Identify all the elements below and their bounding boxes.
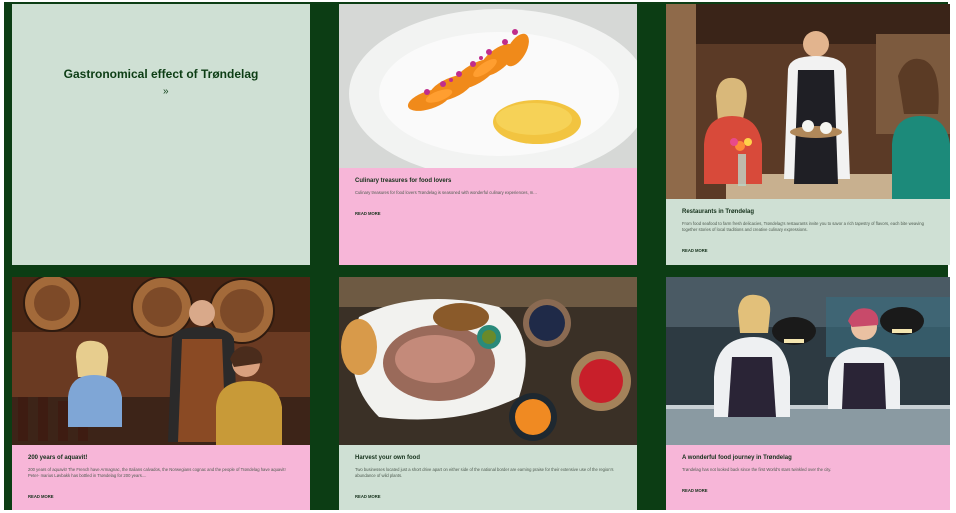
card-title: A wonderful food journey in Trøndelag bbox=[682, 455, 792, 461]
card-description: Culinary treasures for food lovers Trønd… bbox=[355, 190, 537, 195]
read-more-link[interactable]: READ MORE bbox=[355, 494, 381, 499]
card-harvest[interactable]: Harvest your own food Two businesses loc… bbox=[339, 277, 637, 510]
card-food-journey[interactable]: A wonderful food journey in Trøndelag Tr… bbox=[666, 277, 950, 510]
card-caption: 200 years of aquavit! 200 years of aquav… bbox=[12, 445, 310, 510]
card-title: Culinary treasures for food lovers bbox=[355, 178, 452, 184]
plated-dish-image bbox=[339, 4, 637, 168]
card-title: 200 years of aquavit! bbox=[28, 455, 88, 461]
card-description: Trøndelag has not looked back since the … bbox=[682, 467, 832, 472]
card-title: Harvest your own food bbox=[355, 455, 421, 461]
card-restaurants[interactable]: Restaurants in Trøndelag From food seafo… bbox=[666, 4, 950, 265]
restaurant-waiter-image bbox=[666, 4, 950, 199]
aquavit-cellar-image bbox=[12, 277, 310, 445]
card-description: From food seafood to farm fresh delicaci… bbox=[682, 221, 924, 232]
card-caption: Culinary treasures for food lovers Culin… bbox=[339, 168, 637, 265]
card-caption: Restaurants in Trøndelag From food seafo… bbox=[666, 199, 950, 265]
read-more-link[interactable]: READ MORE bbox=[682, 248, 708, 253]
card-aquavit[interactable]: 200 years of aquavit! 200 years of aquav… bbox=[12, 277, 310, 510]
intro-arrow-link[interactable]: » bbox=[163, 86, 169, 97]
intro-tile: Gastronomical effect of Trøndelag » bbox=[12, 4, 310, 265]
card-caption: Harvest your own food Two businesses loc… bbox=[339, 445, 637, 510]
intro-title: Gastronomical effect of Trøndelag bbox=[63, 67, 259, 81]
card-description: 200 years of aquavit! The French have Ar… bbox=[28, 467, 286, 478]
chefs-kitchen-image bbox=[666, 277, 950, 445]
read-more-link[interactable]: READ MORE bbox=[28, 494, 54, 499]
wild-harvest-food-image bbox=[339, 277, 637, 445]
card-caption: A wonderful food journey in Trøndelag Tr… bbox=[666, 445, 950, 510]
card-description: Two businesses located just a short driv… bbox=[355, 467, 614, 478]
card-culinary-treasures[interactable]: Culinary treasures for food lovers Culin… bbox=[339, 4, 637, 265]
card-title: Restaurants in Trøndelag bbox=[682, 209, 755, 215]
card-grid: Gastronomical effect of Trøndelag » Culi… bbox=[4, 2, 950, 510]
read-more-link[interactable]: READ MORE bbox=[355, 211, 381, 216]
read-more-link[interactable]: READ MORE bbox=[682, 488, 708, 493]
